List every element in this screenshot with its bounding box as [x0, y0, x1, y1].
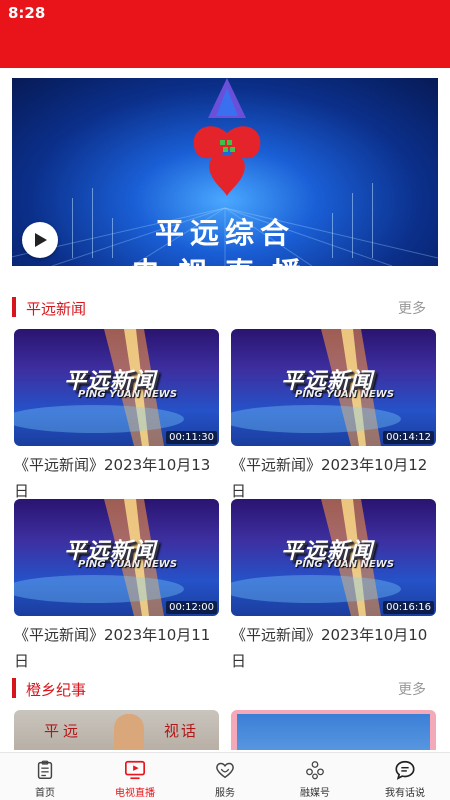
status-time: 8:28	[8, 4, 46, 22]
video-title[interactable]: 《平远新闻》2023年10月12日	[231, 452, 436, 504]
tv-play-icon	[125, 760, 145, 780]
play-button[interactable]	[22, 222, 58, 258]
video-duration: 00:14:12	[383, 431, 434, 444]
tab-label: 电视直播	[115, 788, 155, 799]
more-link[interactable]: 更多	[398, 679, 426, 699]
media-circles-icon	[306, 761, 324, 780]
heart-icon	[216, 762, 234, 779]
video-duration: 00:16:16	[383, 601, 434, 614]
video-title[interactable]: 《平远新闻》2023年10月13日	[14, 452, 219, 504]
play-icon	[35, 233, 47, 247]
banner-subtitle: 电视直播	[12, 250, 438, 266]
more-link[interactable]: 更多	[398, 298, 426, 318]
tab-label: 服务	[215, 788, 235, 799]
section-header-chengxiang: 橙乡纪事 更多	[12, 677, 438, 699]
app-screen: 8:28 平远综合 电视直播	[0, 0, 450, 800]
section-accent-bar	[12, 678, 16, 698]
video-thumbnail-partial[interactable]	[231, 710, 436, 750]
live-tv-banner[interactable]: 平远综合 电视直播	[12, 78, 438, 266]
section-title: 平远新闻	[26, 300, 87, 318]
thumbnail-logo-sub: PING YUAN NEWS	[295, 389, 395, 400]
tab-label: 首页	[35, 788, 55, 799]
video-thumbnail[interactable]: 平远新闻 PING YUAN NEWS 00:14:12	[231, 329, 436, 446]
thumbnail-logo-sub: PING YUAN NEWS	[78, 559, 178, 570]
thumbnail-text-right: 视话	[164, 722, 199, 740]
video-card[interactable]: 平远新闻 PING YUAN NEWS 00:12:00 《平远新闻》2023年…	[14, 499, 219, 674]
video-thumbnail[interactable]: 平远新闻 PING YUAN NEWS 00:11:30	[14, 329, 219, 446]
section-accent-bar	[12, 297, 16, 317]
video-thumbnail[interactable]: 平远新闻 PING YUAN NEWS 00:16:16	[231, 499, 436, 616]
thumbnail-text-left: 平远	[44, 722, 83, 740]
video-card[interactable]: 平远新闻 PING YUAN NEWS 00:11:30 《平远新闻》2023年…	[14, 329, 219, 504]
video-title[interactable]: 《平远新闻》2023年10月10日	[231, 622, 436, 674]
chat-bubble-icon	[395, 760, 415, 780]
video-duration: 00:11:30	[166, 431, 217, 444]
video-thumbnail[interactable]: 平远新闻 PING YUAN NEWS 00:12:00	[14, 499, 219, 616]
presenter-image	[114, 714, 144, 750]
thumbnail-logo-sub: PING YUAN NEWS	[295, 559, 395, 570]
section-title: 橙乡纪事	[26, 681, 87, 699]
video-title[interactable]: 《平远新闻》2023年10月11日	[14, 622, 219, 674]
thumbnail-logo-sub: PING YUAN NEWS	[78, 389, 178, 400]
clipboard-icon	[37, 760, 53, 779]
tab-label: 我有话说	[385, 788, 425, 799]
video-duration: 00:12:00	[166, 601, 217, 614]
station-logo-icon	[193, 78, 261, 196]
tab-label: 融媒号	[300, 788, 330, 799]
tab-home[interactable]: 首页	[0, 753, 90, 800]
banner-title: 平远综合	[154, 216, 295, 250]
tab-service[interactable]: 服务	[180, 753, 270, 800]
status-bar: 8:28	[0, 0, 450, 68]
bottom-tab-bar: 首页 电视直播 服务 融媒号 我有话说	[0, 752, 450, 800]
tab-feedback[interactable]: 我有话说	[360, 753, 450, 800]
video-thumbnail-partial[interactable]: 平远 视话	[14, 710, 219, 750]
thumbnail-image	[237, 714, 430, 750]
tab-media[interactable]: 融媒号	[270, 753, 360, 800]
tab-tv-live[interactable]: 电视直播	[90, 753, 180, 800]
video-card[interactable]: 平远新闻 PING YUAN NEWS 00:16:16 《平远新闻》2023年…	[231, 499, 436, 674]
video-card[interactable]: 平远新闻 PING YUAN NEWS 00:14:12 《平远新闻》2023年…	[231, 329, 436, 504]
section-header-news: 平远新闻 更多	[12, 296, 438, 318]
